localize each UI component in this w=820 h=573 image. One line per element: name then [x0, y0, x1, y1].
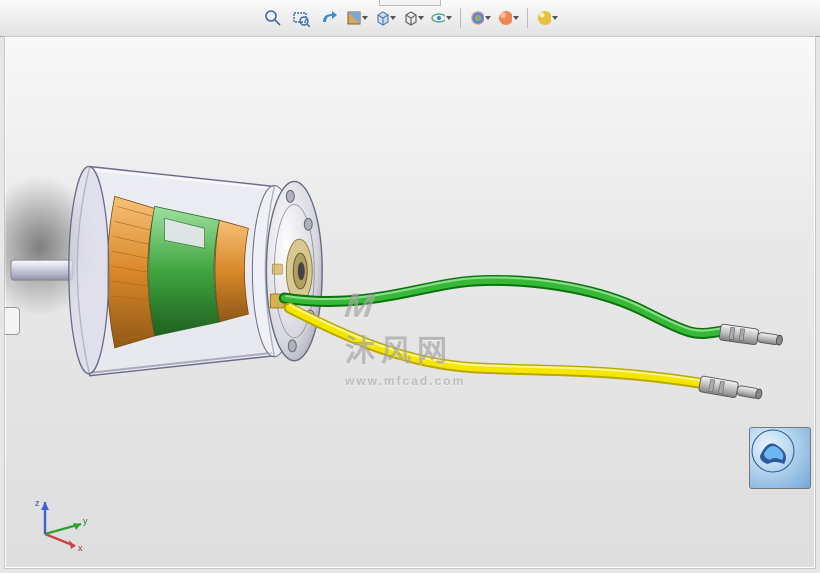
triad-y-label: y: [83, 516, 88, 526]
previous-view-icon[interactable]: [318, 7, 340, 29]
chevron-down-icon[interactable]: [552, 16, 558, 20]
zoom-to-area-icon[interactable]: [290, 7, 312, 29]
triad-x-label: x: [78, 543, 83, 553]
view-settings-icon[interactable]: [536, 7, 558, 29]
toolbar-separator: [460, 8, 461, 28]
triad-z-label: z: [35, 498, 40, 508]
graphics-viewport[interactable]: M 沐风网 www.mfcad.com x y z: [4, 36, 816, 569]
app-badge-icon[interactable]: [749, 427, 811, 489]
motor-housing: [69, 167, 296, 376]
motor-endcap: [266, 181, 322, 360]
reference-triad: x y z: [25, 496, 95, 556]
chevron-down-icon[interactable]: [390, 16, 396, 20]
chevron-down-icon[interactable]: [362, 16, 368, 20]
chevron-down-icon[interactable]: [446, 16, 452, 20]
view-orientation-icon[interactable]: [374, 7, 396, 29]
display-style-icon[interactable]: [402, 7, 424, 29]
motor-shaft-rear: [11, 260, 73, 280]
section-view-icon[interactable]: [346, 7, 368, 29]
flyout-handle-left[interactable]: [5, 307, 20, 335]
zoom-to-fit-icon[interactable]: [262, 7, 284, 29]
hide-show-icon[interactable]: [430, 7, 452, 29]
chevron-down-icon[interactable]: [418, 16, 424, 20]
model-canvas: [5, 37, 815, 568]
heads-up-view-toolbar: [0, 0, 820, 37]
connector-yellow-end: [699, 376, 764, 403]
connector-green-end: [719, 324, 783, 349]
chevron-down-icon[interactable]: [485, 16, 491, 20]
toolbar-separator: [527, 8, 528, 28]
apply-scene-icon[interactable]: [497, 7, 519, 29]
edit-appearance-icon[interactable]: [469, 7, 491, 29]
wire-green: [284, 280, 723, 333]
chevron-down-icon[interactable]: [513, 16, 519, 20]
toolbar-tab[interactable]: [379, 0, 441, 6]
